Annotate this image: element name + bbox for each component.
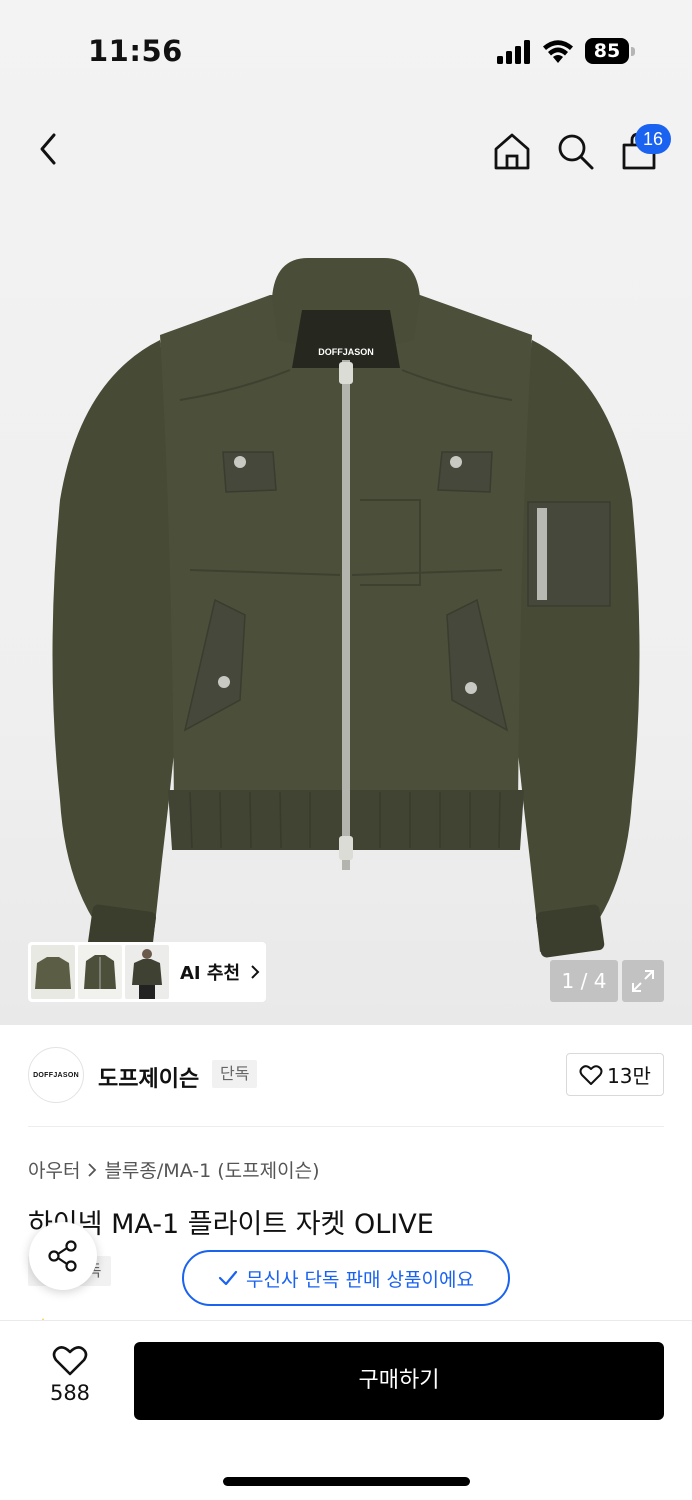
home-icon: [494, 133, 530, 170]
expand-image-button[interactable]: [622, 960, 664, 1002]
brand-like-button[interactable]: 13만: [566, 1053, 664, 1096]
back-button[interactable]: [24, 124, 74, 174]
wishlist-count: 588: [49, 1381, 91, 1405]
status-time: 11:56: [88, 34, 183, 68]
breadcrumb: 아우터 블루종/MA-1 (도프제이슨): [28, 1156, 319, 1183]
chevron-right-icon: [251, 965, 260, 979]
expand-icon: [632, 970, 654, 992]
image-page-indicator: 1 / 4: [550, 960, 618, 1002]
buy-button[interactable]: 구매하기: [134, 1342, 664, 1420]
battery-level: 85: [593, 40, 621, 62]
brand-row: DOFFJASON 도프제이슨 단독 13만: [0, 1045, 692, 1105]
thumbnail-1[interactable]: [31, 945, 75, 999]
exclusive-tag: 단독: [212, 1060, 258, 1088]
product-gallery[interactable]: 11:56 85 16 DOFFJASON AI 추천 1 / 4: [0, 0, 692, 1025]
search-icon: [558, 134, 594, 170]
ai-recommend-label: AI 추천: [180, 963, 241, 984]
chevron-left-icon: [40, 133, 56, 165]
thumbnail-2[interactable]: [78, 945, 122, 999]
exclusive-notice-pill: 무신사 단독 판매 상품이에요: [182, 1250, 510, 1306]
wishlist-button[interactable]: 588: [30, 1345, 110, 1415]
home-indicator: [223, 1477, 470, 1486]
battery-icon: 85: [585, 38, 635, 64]
heart-icon: [579, 1064, 603, 1085]
cellular-signal-icon: [497, 40, 530, 64]
home-button[interactable]: [487, 126, 537, 176]
exclusive-notice-text: 무신사 단독 판매 상품이에요: [246, 1268, 474, 1291]
share-icon: [48, 1240, 77, 1272]
breadcrumb-category[interactable]: 아우터: [28, 1156, 80, 1183]
brand-logo[interactable]: DOFFJASON: [28, 1047, 84, 1103]
garment-label-text: DOFFJASON: [318, 347, 374, 357]
top-nav: [0, 110, 692, 190]
brand-name[interactable]: 도프제이슨: [98, 1061, 199, 1093]
bottom-action-bar: 588 구매하기: [0, 1320, 692, 1500]
cart-count-badge: 16: [635, 124, 671, 154]
product-image[interactable]: DOFFJASON: [40, 240, 652, 970]
breadcrumb-subcategory[interactable]: 블루종/MA-1 (도프제이슨): [104, 1156, 319, 1183]
heart-icon: [52, 1346, 88, 1376]
ai-recommend-strip[interactable]: AI 추천: [28, 942, 266, 1002]
thumbnail-3[interactable]: [125, 945, 169, 999]
section-divider: [28, 1126, 664, 1127]
search-button[interactable]: [550, 126, 600, 176]
share-button[interactable]: [29, 1222, 97, 1290]
wifi-icon: [543, 40, 573, 63]
chevron-right-icon: [88, 1162, 97, 1177]
brand-like-count: 13만: [607, 1064, 651, 1088]
check-icon: [218, 1270, 238, 1286]
status-bar: 11:56 85: [0, 0, 692, 100]
